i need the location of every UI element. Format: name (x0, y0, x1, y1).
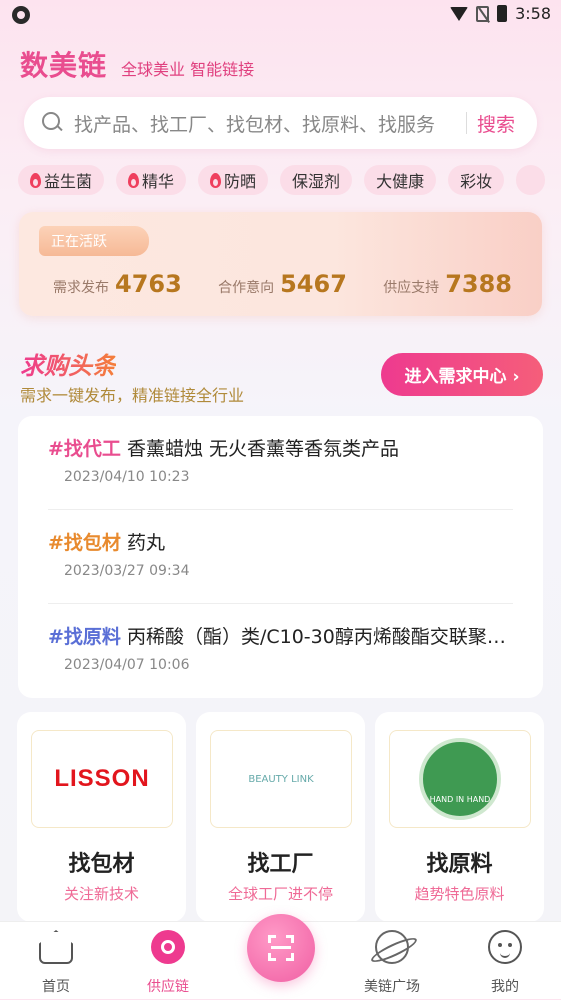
tag-chip[interactable]: 保湿剂 (280, 165, 353, 195)
no-sim-icon (476, 5, 490, 22)
status-bar: 3:58 (0, 0, 561, 30)
profile-icon (488, 930, 522, 964)
tab-home[interactable]: 首页 (16, 922, 96, 1000)
search-bar[interactable]: 找产品、找工厂、找包材、找原料、找服务 搜索 (24, 97, 537, 149)
headlines-list: #找代工 香薰蜡烛 无火香薰等香氛类产品 2023/04/10 10:23 #找包… (18, 416, 543, 698)
scan-button[interactable] (247, 914, 315, 982)
card-factory[interactable]: BEAUTY LINK 找工厂 全球工厂进不停 (196, 712, 365, 922)
stat-cooperation: 合作意向 5467 (218, 270, 347, 298)
wifi-icon (450, 6, 469, 21)
app-logo: 数美链 (20, 49, 108, 82)
planet-icon (375, 930, 409, 964)
app-notification-icon (12, 6, 30, 24)
tag-chip[interactable]: 彩妆 (448, 165, 505, 195)
search-button[interactable]: 搜索 (477, 110, 515, 137)
hot-tags: 益生菌 精华 防晒 保湿剂 大健康 彩妆 (18, 165, 561, 197)
category-cards: LISSON 找包材 关注新技术 BEAUTY LINK 找工厂 全球工厂进不停… (17, 712, 544, 922)
stat-supply: 供应支持 7388 (383, 270, 512, 298)
demand-center-button[interactable]: 进入需求中心 › (381, 353, 543, 396)
item-text: 丙稀酸（酯）类/C10-30醇丙烯酸酯交联聚合物 (126, 626, 513, 648)
tab-profile[interactable]: 我的 (465, 922, 545, 1000)
tag-chip[interactable]: 防晒 (198, 165, 269, 195)
stat-demand: 需求发布 4763 (53, 270, 182, 298)
active-badge: 正在活跃 (39, 226, 149, 256)
category-label: 找代工 (63, 438, 121, 460)
item-text: 香薰蜡烛 无火香薰等香氛类产品 (126, 438, 399, 460)
fire-icon (210, 172, 222, 188)
headlines-title: 求购头条 (20, 346, 116, 381)
search-icon (42, 112, 64, 134)
card-ingredients[interactable]: HAND IN HAND 找原料 趋势特色原料 (375, 712, 544, 922)
brand-header: 数美链 全球美业 智能链接 (20, 44, 254, 84)
tab-square[interactable]: 美链广场 (352, 922, 432, 1000)
list-item[interactable]: #找代工 香薰蜡烛 无火香薰等香氛类产品 2023/04/10 10:23 (48, 416, 513, 510)
tag-chip[interactable]: 益生菌 (18, 165, 105, 195)
battery-icon (497, 5, 508, 22)
status-icons: 3:58 (450, 4, 551, 23)
hand-in-hand-seal: HAND IN HAND (389, 730, 531, 828)
search-divider (465, 112, 467, 134)
home-icon (39, 930, 73, 964)
item-date: 2023/04/10 10:23 (64, 469, 190, 485)
card-packaging[interactable]: LISSON 找包材 关注新技术 (17, 712, 186, 922)
beauty-link-logo: BEAUTY LINK (210, 730, 352, 828)
tag-chip[interactable]: 精华 (116, 165, 187, 195)
lisson-logo: LISSON (31, 730, 173, 828)
headlines-subtitle: 需求一键发布，精准链接全行业 (20, 386, 245, 405)
supply-chain-icon (151, 930, 185, 964)
search-input[interactable]: 找产品、找工厂、找包材、找原料、找服务 (74, 110, 456, 137)
category-label: 找原料 (63, 626, 121, 648)
app-slogan: 全球美业 智能链接 (121, 60, 255, 79)
item-date: 2023/04/07 10:06 (64, 657, 190, 673)
fire-icon (128, 172, 140, 188)
activity-stats-card: 正在活跃 需求发布 4763 合作意向 5467 供应支持 7388 (19, 212, 542, 316)
clock: 3:58 (515, 4, 551, 23)
tag-chip-partial[interactable] (516, 165, 546, 195)
item-date: 2023/03/27 09:34 (64, 563, 190, 579)
tab-supply-chain[interactable]: 供应链 (128, 922, 208, 1000)
list-item[interactable]: #找原料 丙稀酸（酯）类/C10-30醇丙烯酸酯交联聚合物 2023/04/07 … (48, 604, 513, 698)
list-item[interactable]: #找包材 药丸 2023/03/27 09:34 (48, 510, 513, 604)
category-label: 找包材 (63, 532, 121, 554)
scan-icon (268, 935, 294, 961)
item-text: 药丸 (126, 532, 165, 554)
fire-icon (30, 172, 41, 188)
tag-chip[interactable]: 大健康 (364, 165, 437, 195)
